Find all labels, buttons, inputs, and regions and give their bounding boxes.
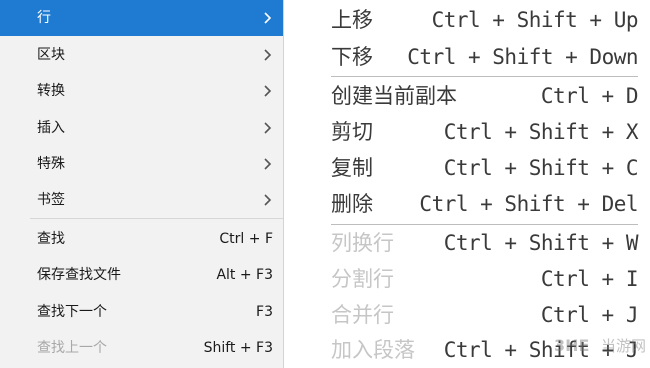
submenu-item-wrap-lines: 列换行 Ctrl + Shift + W: [289, 225, 650, 261]
submenu-item-shortcut: Ctrl + I: [540, 267, 639, 291]
submenu-item-shortcut: Ctrl + J: [540, 303, 639, 327]
submenu-item-move-up[interactable]: 上移 Ctrl + Shift + Up: [289, 2, 650, 38]
menu-item-line[interactable]: 行: [0, 0, 283, 36]
submenu-item-shortcut: Ctrl + Shift + Del: [419, 192, 638, 216]
site-logo-icon: 3HE: [554, 336, 589, 355]
submenu-item-label: 剪切: [331, 120, 373, 144]
submenu-item-label: 创建当前副本: [331, 84, 457, 108]
svg-text:3HE: 3HE: [554, 336, 589, 355]
submenu-item-label: 复制: [331, 156, 373, 180]
submenu-item-copy[interactable]: 复制 Ctrl + Shift + C: [289, 150, 650, 186]
editor-context-menu-screenshot: 行 区块 转换 插入 特殊 书签 查找 Ctrl + F 保存查找文件 Alt …: [0, 0, 650, 368]
submenu-item-label: 上移: [331, 8, 373, 32]
submenu-separator: [331, 76, 638, 77]
context-menu: 行 区块 转换 插入 特殊 书签 查找 Ctrl + F 保存查找文件 Alt …: [0, 0, 284, 368]
chevron-right-icon: [264, 49, 272, 61]
chevron-right-icon: [264, 12, 272, 24]
menu-item-find-previous: 查找上一个 Shift + F3: [0, 330, 283, 366]
menu-item-label: 行: [37, 10, 51, 26]
submenu-item-label: 列换行: [331, 231, 394, 255]
menu-item-label: 插入: [37, 120, 65, 136]
submenu-item-duplicate[interactable]: 创建当前副本 Ctrl + D: [289, 78, 650, 114]
menu-item-bookmark[interactable]: 书签: [0, 182, 283, 218]
watermark: 3HE 当游网: [554, 330, 646, 360]
menu-item-find-next[interactable]: 查找下一个 F3: [0, 294, 283, 330]
menu-item-label: 查找: [37, 231, 65, 247]
submenu-item-move-down[interactable]: 下移 Ctrl + Shift + Down: [289, 39, 650, 75]
menu-item-label: 区块: [37, 47, 65, 63]
submenu-item-shortcut: Ctrl + D: [540, 84, 639, 108]
menu-item-label: 保存查找文件: [37, 267, 121, 283]
submenu-item-join-lines: 合并行 Ctrl + J: [289, 297, 650, 333]
menu-item-label: 查找下一个: [37, 304, 107, 320]
submenu-item-shortcut: Ctrl + Shift + X: [443, 120, 639, 144]
watermark-text: 当游网: [600, 336, 646, 355]
submenu-item-shortcut: Ctrl + Shift + C: [443, 156, 639, 180]
submenu-item-shortcut: Ctrl + Shift + Up: [431, 8, 639, 32]
submenu-item-label: 下移: [331, 45, 373, 69]
submenu-item-cut[interactable]: 剪切 Ctrl + Shift + X: [289, 114, 650, 150]
menu-item-special[interactable]: 特殊: [0, 146, 283, 182]
submenu-item-label: 删除: [331, 192, 373, 216]
submenu-item-split-line: 分割行 Ctrl + I: [289, 261, 650, 297]
chevron-right-icon: [264, 158, 272, 170]
submenu-item-delete[interactable]: 删除 Ctrl + Shift + Del: [289, 186, 650, 222]
menu-item-convert[interactable]: 转换: [0, 73, 283, 109]
menu-item-shortcut: Alt + F3: [216, 267, 273, 283]
menu-separator: [30, 218, 283, 219]
menu-item-label: 查找上一个: [37, 340, 107, 356]
menu-item-insert[interactable]: 插入: [0, 110, 283, 146]
menu-item-shortcut: F3: [256, 304, 273, 320]
chevron-right-icon: [264, 122, 272, 134]
submenu-item-label: 加入段落: [331, 338, 415, 362]
chevron-right-icon: [264, 85, 272, 97]
menu-item-block[interactable]: 区块: [0, 37, 283, 73]
menu-item-shortcut: Shift + F3: [203, 340, 273, 356]
submenu-item-shortcut: Ctrl + Shift + Down: [407, 45, 638, 69]
submenu-item-label: 合并行: [331, 303, 394, 327]
submenu-item-label: 分割行: [331, 267, 394, 291]
chevron-right-icon: [264, 194, 272, 206]
menu-item-label: 转换: [37, 83, 65, 99]
menu-item-save-find-file[interactable]: 保存查找文件 Alt + F3: [0, 257, 283, 293]
submenu-item-shortcut: Ctrl + Shift + W: [443, 231, 639, 255]
menu-item-label: 特殊: [37, 156, 65, 172]
menu-item-label: 书签: [37, 192, 65, 208]
menu-item-find[interactable]: 查找 Ctrl + F: [0, 221, 283, 257]
menu-item-shortcut: Ctrl + F: [219, 231, 273, 247]
line-submenu: 上移 Ctrl + Shift + Up 下移 Ctrl + Shift + D…: [289, 0, 650, 368]
